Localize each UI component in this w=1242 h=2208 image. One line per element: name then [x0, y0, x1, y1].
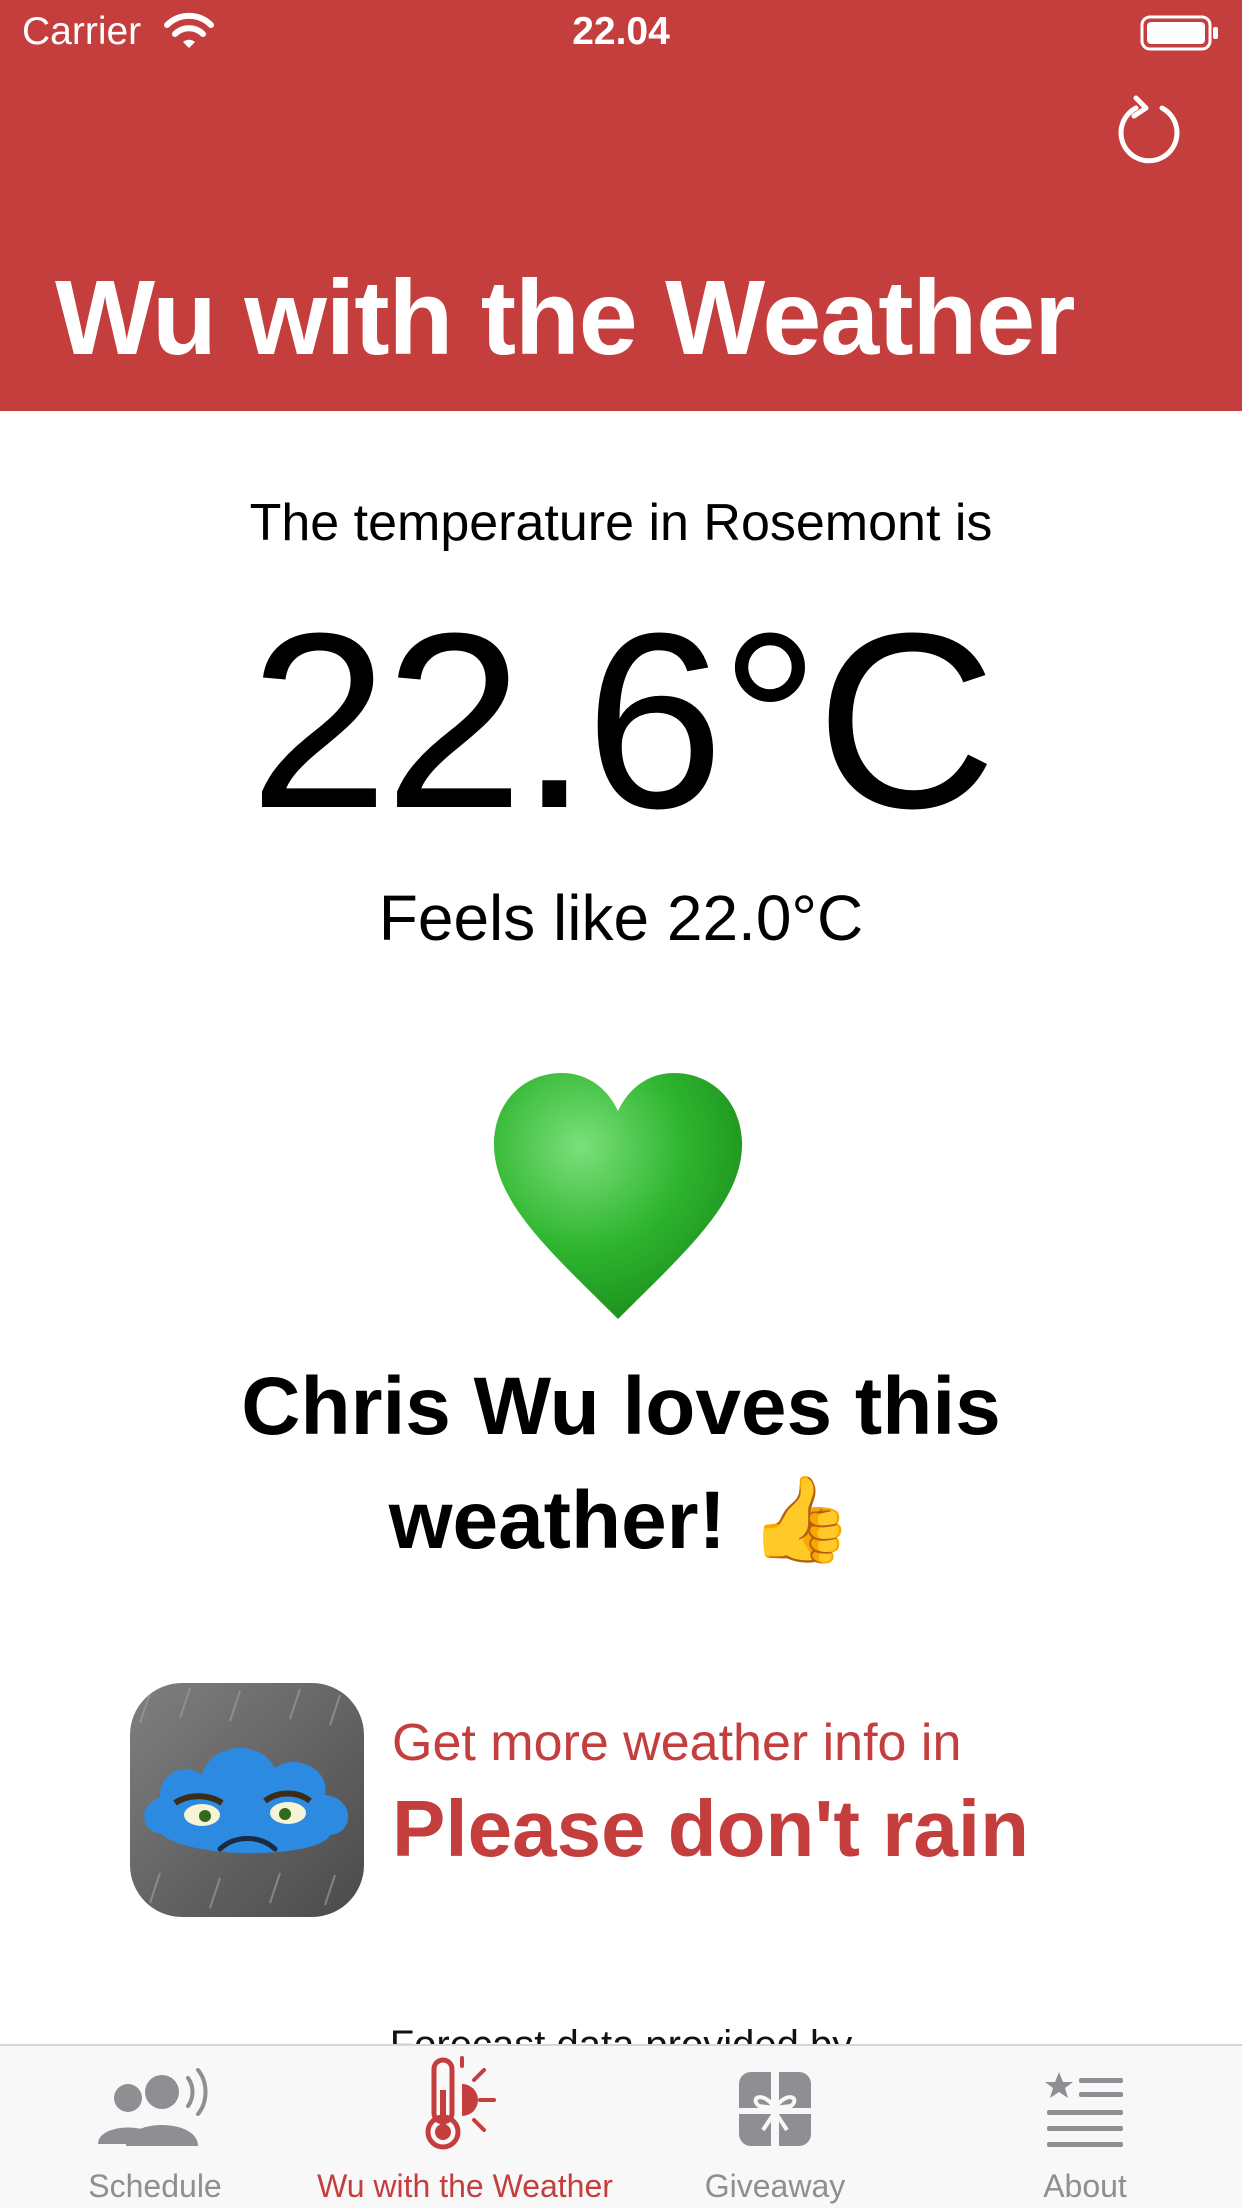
thermometer-sun-icon: [425, 2056, 496, 2150]
tab-schedule-label: Schedule: [88, 2168, 222, 2204]
tab-wu-with-the-weather[interactable]: Wu with the Weather: [310, 2046, 620, 2208]
promo-app-name: Please don't rain: [392, 1784, 1029, 1873]
people-speaking-icon: [98, 2068, 208, 2146]
weather-content: The temperature in Rosemont is 22.6°C Fe…: [0, 411, 1242, 2044]
gift-icon: [739, 2072, 811, 2146]
verdict-line-2-text: weather!: [388, 1475, 726, 1566]
list-star-icon: [1045, 2072, 1123, 2147]
sad-cloud-icon: [139, 1687, 349, 1909]
status-time: 22.04: [572, 10, 670, 53]
tab-wu-with-the-weather-label: Wu with the Weather: [317, 2168, 613, 2204]
temperature-intro: The temperature in Rosemont is: [249, 494, 993, 552]
verdict-line-1: Chris Wu loves this: [241, 1361, 1001, 1452]
status-bar: Carrier 22.04: [0, 0, 1242, 64]
tab-bar: Schedule Wu with the Weather Giveaway Ab…: [0, 2044, 1242, 2208]
temperature-value: 22.6°C: [249, 581, 996, 860]
header: Carrier 22.04 Wu with the Weather: [0, 0, 1242, 411]
promo-banner[interactable]: Get more weather info in Please don't ra…: [130, 1683, 1130, 1923]
verdict-line-2: weather! 👍: [0, 1463, 1242, 1577]
battery-icon: [1140, 15, 1218, 51]
tab-about[interactable]: About: [930, 2046, 1240, 2208]
feels-like-label: Feels like 22.0°C: [378, 882, 864, 954]
promo-subtitle: Get more weather info in: [392, 1714, 962, 1772]
tab-giveaway[interactable]: Giveaway: [620, 2046, 930, 2208]
tab-giveaway-label: Giveaway: [704, 2168, 846, 2204]
forecast-credit: Forecast data provided by: [0, 2023, 1242, 2044]
refresh-button[interactable]: [1112, 92, 1188, 176]
app-icon: [130, 1683, 364, 1917]
tab-about-label: About: [1043, 2168, 1127, 2204]
tab-schedule[interactable]: Schedule: [0, 2046, 310, 2208]
page-title: Wu with the Weather: [55, 259, 1075, 377]
green-heart-icon: [493, 1073, 743, 1319]
thumbs-up-icon: 👍: [748, 1472, 854, 1566]
verdict-text: Chris Wu loves this weather! 👍: [0, 1351, 1242, 1577]
